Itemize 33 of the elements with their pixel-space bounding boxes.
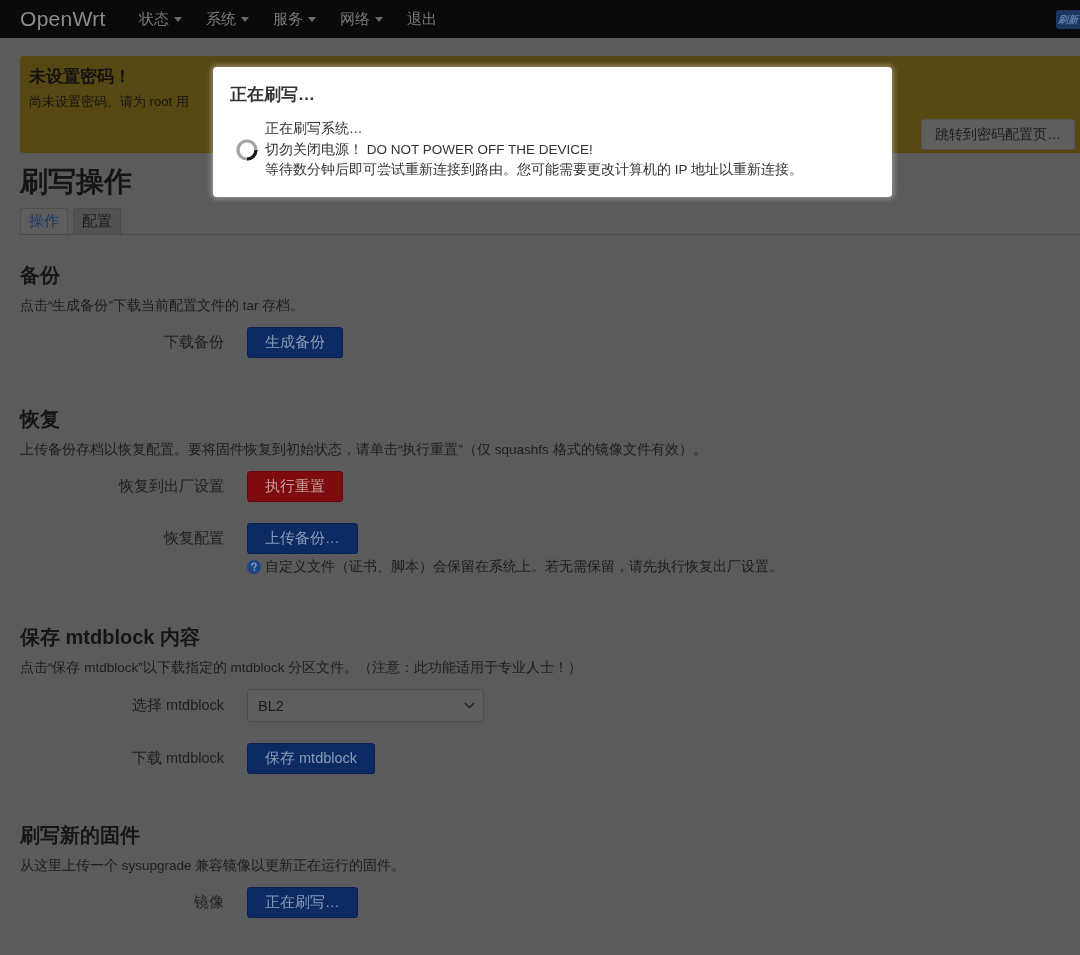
section-heading: 备份: [20, 263, 60, 287]
action-button[interactable]: 生成备份: [247, 327, 343, 358]
brand-logo[interactable]: OpenWrt: [20, 7, 106, 31]
field-label: 下载 mtdblock: [131, 749, 224, 768]
modal-title: 正在刷写…: [230, 84, 315, 106]
section-heading: 恢复: [20, 407, 60, 431]
password-settings-button[interactable]: 跳转到密码配置页…: [921, 119, 1075, 150]
select-field[interactable]: BL2: [247, 689, 484, 722]
action-button[interactable]: 保存 mtdblock: [247, 743, 376, 774]
section-heading: 保存 mtdblock 内容: [20, 625, 200, 649]
help-icon: [247, 560, 261, 574]
section-heading: 刷写新的固件: [20, 823, 140, 847]
page-title: 刷写操作: [20, 165, 132, 199]
section-description: 点击“生成备份”下载当前配置文件的 tar 存档。: [20, 297, 305, 315]
modal-message: 等待数分钟后即可尝试重新连接到路由。您可能需要更改计算机的 IP 地址以重新连接。: [265, 161, 803, 179]
alert-title: 未设置密码！: [29, 66, 131, 88]
nav-menu-item[interactable]: 退出: [406, 9, 437, 29]
spinner-icon: [236, 138, 258, 161]
nav-menu-item[interactable]: 网络: [339, 9, 383, 29]
alert-message: 尚未设置密码。请为 root 用: [29, 93, 189, 111]
field-label: 选择 mtdblock: [131, 696, 224, 715]
field-label: 镜像: [194, 893, 224, 912]
reset-button[interactable]: 执行重置: [247, 471, 343, 502]
action-button[interactable]: 上传备份…: [247, 523, 358, 554]
nav-menu-item[interactable]: 服务: [272, 9, 316, 29]
field-label: 下载备份: [164, 333, 224, 352]
nav-menu-item[interactable]: 系统: [205, 9, 249, 29]
refresh-badge[interactable]: 刷新: [1056, 9, 1080, 29]
modal-message: 正在刷写系统…: [265, 120, 363, 138]
nav-menu-item[interactable]: 状态: [138, 9, 182, 29]
modal-message: 切勿关闭电源！ DO NOT POWER OFF THE DEVICE!: [265, 140, 593, 159]
chevron-down-icon: [464, 702, 475, 709]
action-button[interactable]: 正在刷写…: [247, 887, 358, 918]
